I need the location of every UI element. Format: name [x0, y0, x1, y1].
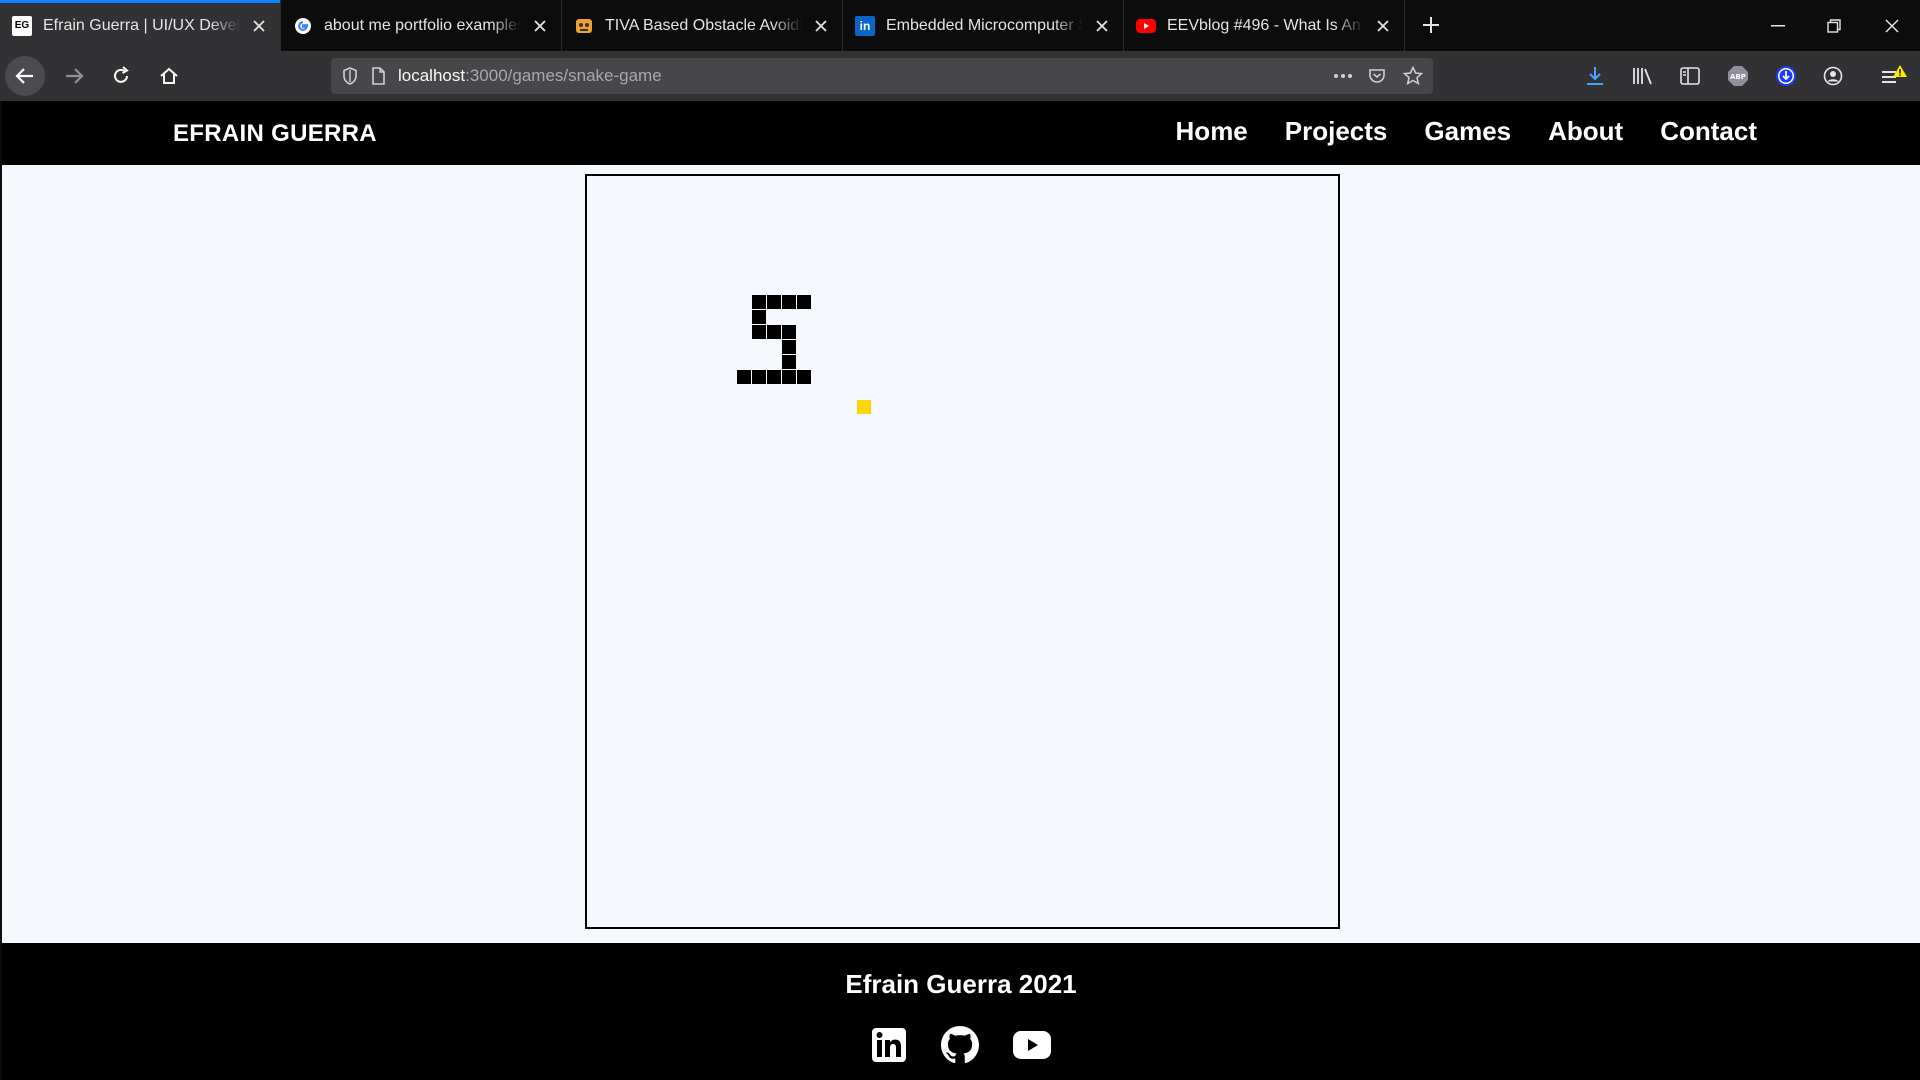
tab-strip: EG Efrain Guerra | UI/UX Developer about…	[0, 0, 1920, 51]
snake-segment	[797, 370, 811, 384]
site-nav: Home Projects Games About Contact	[1139, 116, 1757, 147]
close-icon[interactable]	[1087, 11, 1117, 41]
tab-title: about me portfolio examples - Google Sea…	[324, 16, 521, 34]
youtube-icon	[1013, 1031, 1051, 1059]
svg-text:ABP: ABP	[1730, 73, 1746, 81]
tab-title: EEVblog #496 - What Is An FPGA?	[1167, 16, 1364, 34]
close-icon[interactable]	[806, 11, 836, 41]
snake-segment	[752, 370, 766, 384]
footer-copyright: Efrain Guerra 2021	[845, 969, 1077, 999]
close-icon[interactable]	[1368, 11, 1398, 41]
library-button[interactable]	[1625, 58, 1661, 94]
forward-button[interactable]	[54, 56, 94, 96]
restore-icon	[1827, 18, 1841, 33]
snake-segment	[752, 310, 766, 324]
snake-segment	[782, 370, 796, 384]
home-button[interactable]	[149, 56, 189, 96]
restore-button[interactable]	[1806, 0, 1862, 51]
extension-button[interactable]	[1768, 58, 1804, 94]
tab-linkedin[interactable]: in Embedded Microcomputer Systems	[843, 0, 1124, 51]
tab-tiva-robot[interactable]: TIVA Based Obstacle Avoiding Robot	[562, 0, 843, 51]
download-circle-icon	[1776, 66, 1796, 86]
page-content: EFRAIN GUERRA Home Projects Games About …	[2, 101, 1920, 1080]
nav-link-contact[interactable]: Contact	[1660, 116, 1757, 147]
snake-segment	[752, 325, 766, 339]
linkedin-favicon-icon: in	[855, 15, 875, 36]
snake-segment	[782, 325, 796, 339]
arrow-right-icon	[66, 68, 84, 84]
more-actions-icon[interactable]	[1329, 62, 1357, 90]
navigation-toolbar: localhost:3000/games/snake-game ABP	[0, 51, 1920, 101]
page-icon[interactable]	[364, 62, 392, 90]
tab-youtube[interactable]: EEVblog #496 - What Is An FPGA?	[1124, 0, 1405, 51]
close-icon	[1885, 18, 1899, 33]
tab-title: TIVA Based Obstacle Avoiding Robot	[605, 16, 802, 34]
snake-game-canvas	[737, 295, 871, 414]
tab-efrain-guerra[interactable]: EG Efrain Guerra | UI/UX Developer	[0, 0, 281, 51]
robot-favicon-icon	[574, 16, 594, 36]
youtube-favicon-icon	[1136, 16, 1156, 36]
url-text[interactable]: localhost:3000/games/snake-game	[398, 66, 1329, 86]
bookmark-star-icon[interactable]	[1399, 62, 1427, 90]
snake-food	[857, 400, 871, 414]
github-link[interactable]	[940, 1025, 980, 1065]
snake-segment	[767, 370, 781, 384]
snake-head	[797, 295, 811, 309]
account-button[interactable]	[1815, 58, 1851, 94]
nav-link-about[interactable]: About	[1548, 116, 1623, 147]
downloads-button[interactable]	[1577, 58, 1613, 94]
tab-google-search[interactable]: about me portfolio examples - Google Sea…	[281, 0, 562, 51]
snake-segment	[767, 325, 781, 339]
address-bar[interactable]: localhost:3000/games/snake-game	[331, 58, 1433, 94]
sidebar-button[interactable]	[1672, 58, 1708, 94]
pocket-icon[interactable]	[1363, 62, 1391, 90]
hamburger-menu-icon	[1882, 65, 1907, 83]
minimize-button[interactable]	[1750, 0, 1806, 51]
arrow-left-icon	[15, 68, 33, 84]
site-header: EFRAIN GUERRA Home Projects Games About …	[2, 101, 1920, 165]
site-footer: Efrain Guerra 2021	[2, 943, 1920, 1080]
nav-link-games[interactable]: Games	[1424, 116, 1511, 147]
adblock-button[interactable]: ABP	[1720, 58, 1756, 94]
plus-icon	[1423, 17, 1439, 33]
snake-segment	[737, 370, 751, 384]
sidebar-icon	[1680, 67, 1700, 85]
snake-segment	[782, 340, 796, 354]
minimize-icon	[1771, 24, 1785, 26]
tab-title: Embedded Microcomputer Systems	[886, 16, 1083, 34]
url-host: localhost	[398, 66, 466, 85]
account-icon	[1823, 66, 1843, 86]
google-favicon-icon	[293, 16, 313, 36]
app-menu-button[interactable]	[1876, 58, 1912, 94]
eg-favicon-icon: EG	[12, 15, 32, 36]
linkedin-link[interactable]	[869, 1025, 909, 1065]
nav-link-home[interactable]: Home	[1176, 116, 1248, 147]
download-icon	[1587, 67, 1603, 85]
library-icon	[1633, 68, 1652, 85]
reload-icon	[114, 66, 129, 83]
back-button[interactable]	[5, 56, 45, 96]
close-window-button[interactable]	[1864, 0, 1920, 51]
reload-button[interactable]	[101, 56, 141, 96]
new-tab-button[interactable]	[1416, 10, 1446, 40]
snake-segment	[752, 295, 766, 309]
linkedin-icon	[872, 1028, 906, 1062]
adblock-plus-icon: ABP	[1728, 66, 1748, 86]
snake-segment	[782, 355, 796, 369]
github-icon	[941, 1026, 979, 1064]
close-icon[interactable]	[244, 11, 274, 41]
snake-segment	[782, 295, 796, 309]
youtube-link[interactable]	[1012, 1025, 1052, 1065]
nav-link-projects[interactable]: Projects	[1285, 116, 1388, 147]
close-icon[interactable]	[525, 11, 555, 41]
tab-title: Efrain Guerra | UI/UX Developer	[43, 16, 240, 34]
snake-game-board[interactable]	[585, 174, 1340, 929]
shield-icon[interactable]	[336, 62, 364, 90]
site-brand[interactable]: EFRAIN GUERRA	[173, 120, 377, 148]
url-path: :3000/games/snake-game	[465, 66, 662, 85]
home-icon	[160, 67, 178, 84]
snake-segment	[767, 295, 781, 309]
